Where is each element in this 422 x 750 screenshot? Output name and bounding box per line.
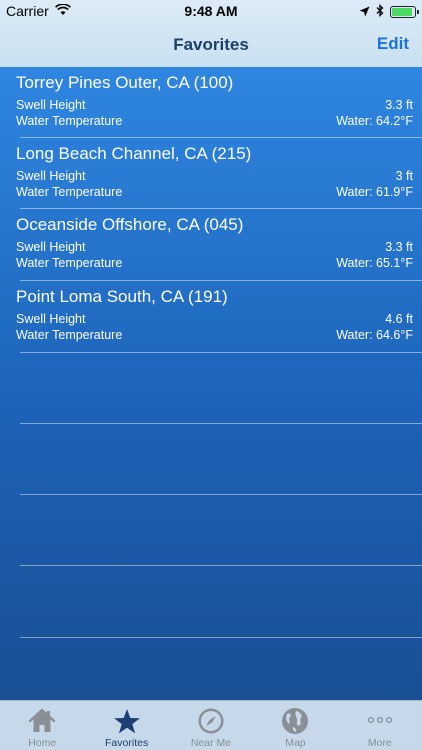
tab-label: More	[367, 737, 392, 749]
swell-value: 3 ft	[395, 169, 413, 183]
row-separator	[20, 565, 422, 566]
star-icon	[113, 707, 141, 735]
battery-level	[392, 8, 413, 16]
tab-label: Map	[285, 737, 306, 749]
edit-button[interactable]: Edit	[377, 34, 409, 54]
temperature-line: Water Temperature Water: 64.2°F	[16, 114, 413, 128]
tab-map[interactable]: Map	[253, 701, 337, 750]
row-separator	[20, 637, 422, 638]
tab-more[interactable]: More	[338, 701, 422, 750]
home-icon	[28, 707, 56, 735]
more-icon	[366, 707, 394, 735]
row-separator	[20, 494, 422, 495]
temperature-value: Water: 64.2°F	[336, 114, 413, 128]
station-name: Point Loma South, CA (191)	[16, 287, 228, 306]
tab-favorites[interactable]: Favorites	[84, 701, 168, 750]
temperature-value: Water: 64.6°F	[336, 328, 413, 342]
temperature-value: Water: 61.9°F	[336, 185, 413, 199]
list-item[interactable]: Oceanside Offshore, CA (045) Swell Heigh…	[0, 209, 422, 280]
battery-icon	[390, 6, 419, 18]
row-separator	[20, 423, 422, 424]
swell-line: Swell Height 3.3 ft	[16, 240, 413, 254]
tab-label: Favorites	[105, 737, 149, 749]
compass-icon	[197, 707, 225, 735]
temperature-label: Water Temperature	[16, 256, 123, 270]
station-name: Oceanside Offshore, CA (045)	[16, 215, 244, 234]
swell-label: Swell Height	[16, 169, 86, 183]
list-item[interactable]: Long Beach Channel, CA (215) Swell Heigh…	[0, 138, 422, 209]
swell-label: Swell Height	[16, 98, 86, 112]
swell-value: 3.3 ft	[385, 240, 413, 254]
header: Carrier 9:48 AM Favorites Edit	[0, 0, 422, 67]
page-title: Favorites	[173, 35, 249, 54]
swell-line: Swell Height 4.6 ft	[16, 312, 413, 326]
swell-label: Swell Height	[16, 312, 86, 326]
temperature-label: Water Temperature	[16, 114, 123, 128]
bluetooth-icon	[376, 3, 384, 20]
favorites-list: Torrey Pines Outer, CA (100) Swell Heigh…	[0, 67, 422, 700]
swell-value: 3.3 ft	[385, 98, 413, 112]
swell-label: Swell Height	[16, 240, 86, 254]
tab-label: Near Me	[190, 737, 232, 749]
tab-label: Home	[28, 737, 57, 749]
list-item[interactable]: Point Loma South, CA (191) Swell Height …	[0, 281, 422, 352]
location-arrow-icon	[359, 4, 370, 20]
swell-line: Swell Height 3.3 ft	[16, 98, 413, 112]
status-bar: Carrier 9:48 AM	[0, 0, 422, 22]
temperature-line: Water Temperature Water: 64.6°F	[16, 328, 413, 342]
tab-home[interactable]: Home	[0, 701, 84, 750]
swell-value: 4.6 ft	[385, 312, 413, 326]
temperature-line: Water Temperature Water: 61.9°F	[16, 185, 413, 199]
swell-line: Swell Height 3 ft	[16, 169, 413, 183]
temperature-line: Water Temperature Water: 65.1°F	[16, 256, 413, 270]
tab-bar: Home Favorites Near Me Map More	[0, 700, 422, 750]
temperature-value: Water: 65.1°F	[336, 256, 413, 270]
temperature-label: Water Temperature	[16, 185, 123, 199]
temperature-label: Water Temperature	[16, 328, 123, 342]
tab-near-me[interactable]: Near Me	[169, 701, 253, 750]
station-name: Long Beach Channel, CA (215)	[16, 144, 252, 163]
station-name: Torrey Pines Outer, CA (100)	[16, 73, 234, 92]
row-separator	[20, 352, 422, 353]
globe-icon	[281, 707, 309, 735]
list-item[interactable]: Torrey Pines Outer, CA (100) Swell Heigh…	[0, 67, 422, 138]
status-right	[359, 3, 419, 20]
